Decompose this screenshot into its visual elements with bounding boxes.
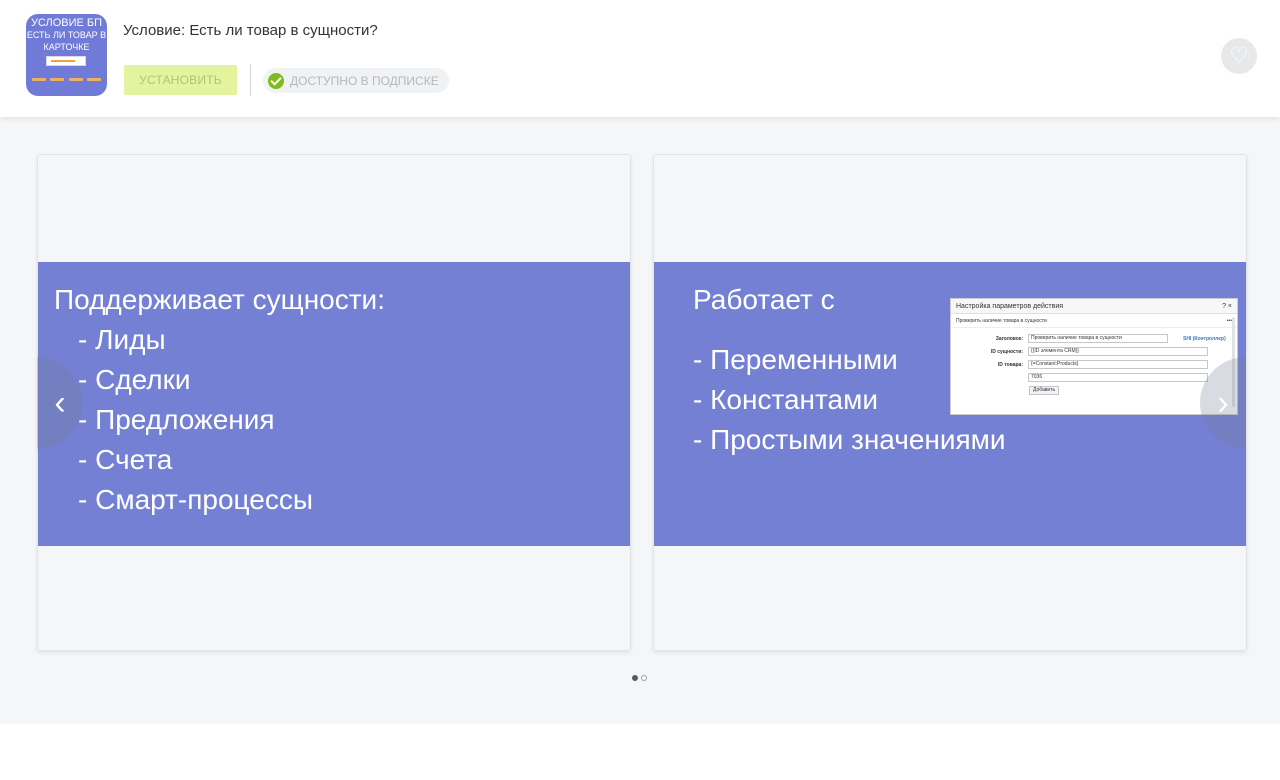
slide-bullet: - Лиды [78,324,166,355]
dialog-add-button: Добавить [1029,386,1060,395]
dialog-header: Настройка параметров действия ? × [951,299,1237,314]
dialog-row-label: ID товара: [997,362,1023,368]
pagination-dot[interactable] [632,675,638,681]
chevron-right-icon: › [1217,384,1229,422]
gallery-pagination [632,675,647,681]
dialog-row-field: {=Constant:Products} [1028,360,1208,369]
slide-bullet: - Предложения [78,404,275,435]
dialog-row-field: Проверить наличие товара в сущности [1028,334,1168,343]
subscription-badge: ДОСТУПНО В ПОДПИСКЕ [263,68,449,93]
gallery-slide[interactable]: Работает с - Переменными - Константами -… [653,154,1247,651]
subscription-label: ДОСТУПНО В ПОДПИСКЕ [290,73,439,88]
slide-bullet: - Счета [78,444,173,475]
gallery-slide[interactable]: Поддерживает сущности: - Лиды - Сделки -… [37,154,631,651]
chevron-left-icon: ‹ [54,384,66,422]
app-icon-preview-icon [46,56,86,66]
slide-banner: Работает с - Переменными - Константами -… [654,262,1246,546]
dialog-row-label: ID сущности: [990,349,1023,355]
dialog-row: Добавить [951,384,1237,397]
slide-bullet: - Простыми значениями [693,424,1006,455]
favorite-button[interactable]: ♡ [1221,38,1257,74]
slide-banner: Поддерживает сущности: - Лиды - Сделки -… [38,262,630,546]
slide-bullet: - Сделки [78,364,191,395]
dialog-subheader: Проверить наличие товара в сущности ••• [951,314,1237,328]
dialog-title: Настройка параметров действия [956,302,1064,310]
dialog-controls: ? × [1222,302,1232,310]
app-title: Условие: Есть ли товар в сущности? [123,22,378,39]
app-icon-text-line3: КАРТОЧКЕ [43,42,90,52]
slide-bullet-list: - Лиды - Сделки - Предложения - Счета - … [78,324,313,524]
dialog-row-field: 7036 [1028,373,1208,382]
app-icon-dots-icon [32,78,101,81]
pagination-dot[interactable] [641,675,647,681]
heart-icon: ♡ [1229,43,1249,68]
slide-title: Поддерживает сущности: [54,284,385,315]
app-header: УСЛОВИЕ БП ЕСТЬ ЛИ ТОВАР В КАРТОЧКЕ Усло… [0,0,1280,117]
dialog-row: 7036 [951,371,1237,384]
check-circle-icon [268,72,284,89]
header-divider [250,64,251,96]
dialog-row: ID сущности: {{ID элемента CRM}} [951,345,1237,358]
dialog-row: Заголовок: Проверить наличие товара в су… [951,332,1237,345]
dialog-row: ID товара: {=Constant:Products} [951,358,1237,371]
dialog-row-field: {{ID элемента CRM}} [1028,347,1208,356]
dialog-row-label: Заголовок: [995,336,1023,342]
install-button[interactable]: УСТАНОВИТЬ [124,65,237,95]
app-icon-text-line2: ЕСТЬ ЛИ ТОВАР В [26,30,107,40]
slide-title: Работает с [693,284,835,315]
dialog-subtitle: Проверить наличие товара в сущности [956,317,1047,324]
slide-bullet: - Смарт-процессы [78,484,313,515]
settings-dialog-preview: Настройка параметров действия ? × Провер… [950,298,1238,415]
screenshot-gallery: Поддерживает сущности: - Лиды - Сделки -… [0,117,1280,724]
app-icon-text-line1: УСЛОВИЕ БП [30,17,103,29]
dialog-row-link: SHI (Контроллер) [1183,336,1226,342]
app-icon: УСЛОВИЕ БП ЕСТЬ ЛИ ТОВАР В КАРТОЧКЕ [26,14,107,96]
